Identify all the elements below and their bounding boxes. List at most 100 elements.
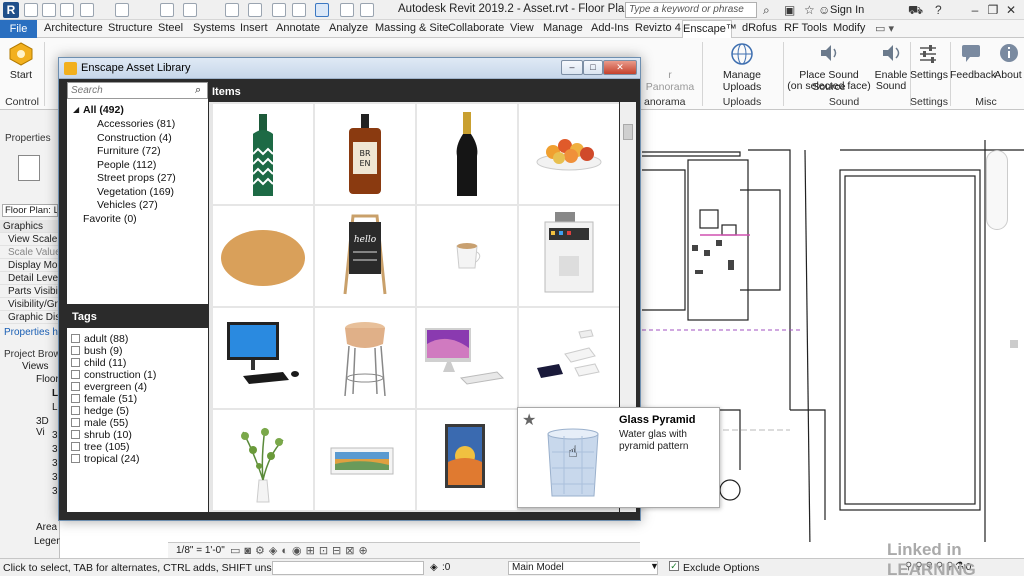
asset-chalkboard-easel[interactable]: hello [315,206,415,306]
panorama-button[interactable]: r Panorama [644,69,696,93]
scroll-handle[interactable] [1010,340,1018,348]
view-control-icons[interactable]: ▭◙⚙◈◐◉⊞⊡⊟⊠⊕ [230,544,372,557]
enable-sound-line2[interactable]: Sound [873,80,909,92]
navigation-bar[interactable] [986,150,1008,230]
asset-imac[interactable] [417,308,517,408]
user-icon[interactable]: ☺ [818,3,830,17]
category-accessories[interactable]: Accessories (81) [97,118,175,130]
category-construction[interactable]: Construction (4) [97,132,172,144]
undo-icon[interactable] [80,3,94,17]
property-row[interactable]: View Scale [0,233,60,246]
section-icon[interactable] [292,3,306,17]
print-icon[interactable] [160,3,174,17]
feedback-button[interactable]: Feedback [950,69,996,81]
tag-checkbox[interactable]: male (55) [71,417,128,429]
tab-systems[interactable]: Systems [193,22,235,34]
tree-views[interactable]: Views [22,361,49,372]
tab-annotate[interactable]: Annotate [276,22,320,34]
property-row[interactable]: Scale Value [0,246,60,259]
asset-fruit-bowl[interactable] [519,104,619,204]
asset-bottle-whiskey[interactable]: BR EN [315,104,415,204]
tab-add-ins[interactable]: Add-Ins [591,22,629,34]
tag-checkbox[interactable]: shrub (10) [71,429,132,441]
settings-sliders-icon[interactable] [917,42,939,64]
category-favorite[interactable]: Favorite (0) [83,213,137,225]
enable-sound-icon[interactable] [880,42,902,64]
redo-icon[interactable] [115,3,129,17]
asset-vase-plant[interactable] [213,410,313,510]
tag-icon[interactable] [225,3,239,17]
tag-checkbox[interactable]: tropical (24) [71,453,139,465]
view-scale[interactable]: 1/8" = 1'-0" [176,545,225,556]
settings-button[interactable]: Settings [910,69,948,81]
feedback-icon[interactable] [960,42,982,64]
category-street-props[interactable]: Street props (27) [97,172,176,184]
category-people[interactable]: People (112) [97,159,156,171]
enscape-start-icon[interactable] [9,42,33,66]
asset-round-rug[interactable] [213,206,313,306]
property-row[interactable]: Visibility/Gra [0,298,60,311]
asset-coffee-cup[interactable] [417,206,517,306]
close-icon[interactable]: ✕ [996,0,1024,20]
property-row[interactable]: Display Mod [0,259,60,272]
help-search-input[interactable]: Type a keyword or phrase [625,2,757,18]
tab-enscape[interactable]: Enscape™ [682,20,737,39]
sound-source-icon[interactable] [818,42,840,64]
tag-checkbox[interactable]: construction (1) [71,369,156,381]
revit-logo-icon[interactable]: R [3,2,19,18]
tab-revizto[interactable]: Revizto 4 [635,22,681,34]
instance-filter-select[interactable]: Floor Plan: Le [2,204,58,217]
tab-insert[interactable]: Insert [240,22,268,34]
about-icon[interactable] [998,42,1020,64]
tab-rf-tools[interactable]: RF Tools [784,22,827,34]
tab-analyze[interactable]: Analyze [329,22,368,34]
globe-upload-icon[interactable] [730,42,754,66]
start-button[interactable]: Start [6,69,36,81]
search-icon[interactable]: ⌕ [195,84,201,97]
property-row[interactable]: Detail Level [0,272,60,285]
asset-bottle-zigzag[interactable] [213,104,313,204]
design-option-select[interactable]: Main Model [508,561,658,575]
tab-structure[interactable]: Structure [108,22,153,34]
status-field[interactable] [272,561,424,575]
favorite-star-icon[interactable]: ★ [522,410,536,430]
tab-collaborate[interactable]: Collaborate [448,22,504,34]
worksharing-icon[interactable]: ◈ [430,562,438,573]
collapse-triangle-icon[interactable]: ◢ [73,105,79,114]
measure-icon[interactable] [183,3,197,17]
chevron-down-icon[interactable]: ▼ [650,561,659,571]
asset-search-input[interactable]: Search [67,82,208,99]
3d-view-icon[interactable] [272,3,286,17]
category-vehicles[interactable]: Vehicles (27) [97,199,158,211]
cart-icon[interactable]: ⛟ [908,3,923,17]
exclude-options-checkbox[interactable]: ✓ [669,561,679,571]
close-icon[interactable]: ✕ [603,60,637,75]
category-furniture[interactable]: Furniture (72) [97,145,161,157]
tag-checkbox[interactable]: female (51) [71,393,137,405]
tag-checkbox[interactable]: evergreen (4) [71,381,147,393]
place-sound-line2[interactable]: (on selected face) [786,80,872,92]
tag-checkbox[interactable]: tree (105) [71,441,130,453]
asset-painting[interactable] [417,410,517,510]
minimize-icon[interactable]: – [561,60,583,75]
property-row[interactable]: Parts Visibili [0,285,60,298]
graphics-group[interactable]: Graphics [0,220,60,233]
asset-monitor-keyboard[interactable] [213,308,313,408]
tag-checkbox[interactable]: bush (9) [71,345,123,357]
about-button[interactable]: About [992,69,1024,81]
asset-desk-accessories[interactable] [519,308,619,408]
dialog-title-bar[interactable]: Enscape Asset Library – □ ✕ [59,58,640,79]
tab-modify[interactable]: Modify [833,22,865,34]
tab-view[interactable]: View [510,22,534,34]
save-icon[interactable] [42,3,56,17]
tag-checkbox[interactable]: adult (88) [71,333,128,345]
asset-bottle-wine[interactable] [417,104,517,204]
tree-floor-plans[interactable]: Floor [36,374,59,385]
favorites-star-icon[interactable]: ☆ [804,3,815,17]
sync-icon[interactable] [60,3,74,17]
tab-steel[interactable]: Steel [158,22,183,34]
manage-uploads-button[interactable]: Manage Uploads [706,69,778,93]
open-icon[interactable] [24,3,38,17]
tab-manage[interactable]: Manage [543,22,583,34]
tab-architecture[interactable]: Architecture [44,22,103,34]
